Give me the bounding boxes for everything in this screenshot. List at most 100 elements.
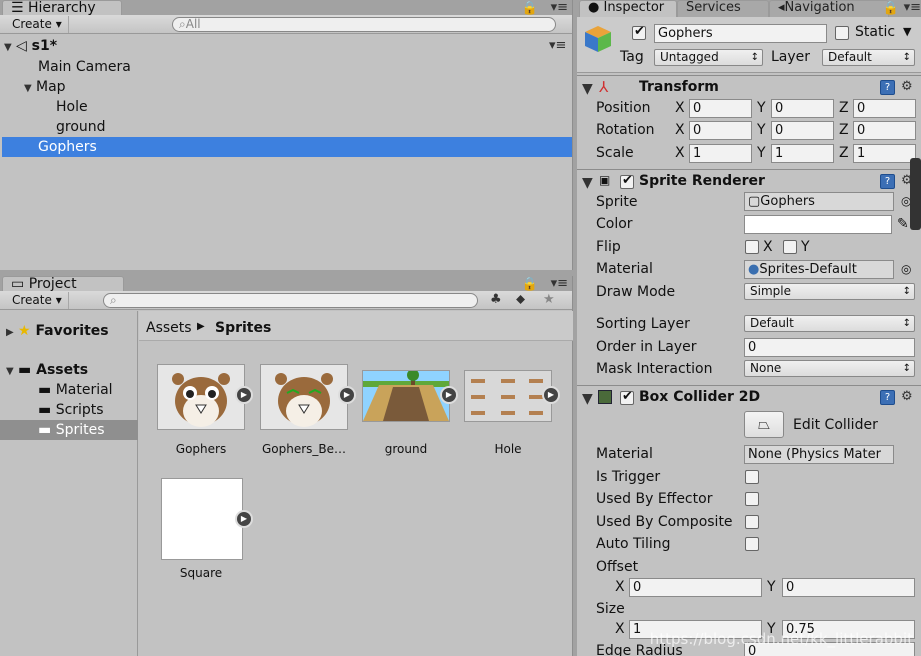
eyedropper-icon[interactable]: ✎ (897, 216, 909, 232)
hierarchy-item-hole[interactable]: Hole (56, 97, 88, 117)
expand-arrow-icon[interactable]: ▼ (582, 175, 594, 191)
box-collider-enabled-checkbox[interactable] (620, 389, 634, 405)
auto-tiling-checkbox[interactable] (745, 537, 759, 551)
panel-menu-icon[interactable]: ▾≡ (551, 0, 568, 15)
list-icon: ☰ (11, 0, 29, 16)
scale-z-field[interactable]: 1 (853, 144, 916, 163)
gear-icon[interactable]: ⚙ (901, 389, 913, 404)
asset-gophers-be[interactable]: ▶ Gophers_Be… (260, 364, 370, 456)
panel-menu-icon[interactable]: ▾≡ (551, 276, 568, 291)
hierarchy-item-main-camera[interactable]: Main Camera (38, 57, 131, 77)
position-y-field[interactable]: 0 (771, 99, 834, 118)
filter-by-type-icon[interactable]: ♣ (490, 292, 502, 307)
scene-menu-icon[interactable]: ▾≡ (549, 36, 566, 56)
project-toolbar: Create ▾ ⌕ ♣ ⬥ ★ (0, 291, 572, 310)
offset-y-field[interactable]: 0 (782, 578, 915, 597)
tab-navigation[interactable]: ◂Navigation (769, 0, 889, 17)
tab-inspector[interactable]: ● Inspector (579, 0, 677, 17)
panel-menu-icon[interactable]: ▾≡ (904, 0, 921, 15)
help-icon[interactable]: ? (880, 80, 895, 95)
scene-row[interactable]: ▼ ◁ s1* ▾≡ (4, 36, 572, 56)
hierarchy-item-ground[interactable]: ground (56, 117, 106, 137)
sprite-label: Sprite (596, 194, 638, 210)
play-icon[interactable]: ▶ (440, 386, 458, 404)
inspector-panel: ● Inspector Services ◂Navigation 🔒 ▾≡ Go… (577, 0, 921, 656)
play-icon[interactable]: ▶ (542, 386, 560, 404)
collapse-arrow-icon[interactable]: ▶ (6, 323, 18, 343)
sprite-field[interactable]: ▢Gophers (744, 192, 894, 211)
mask-interaction-dropdown[interactable]: None (744, 360, 915, 377)
flip-y-checkbox[interactable] (783, 240, 797, 254)
breadcrumb-sprites[interactable]: Sprites (215, 320, 271, 336)
tag-dropdown[interactable]: Untagged (654, 49, 763, 66)
expand-arrow-icon[interactable]: ▼ (24, 79, 36, 99)
expand-arrow-icon[interactable]: ▼ (582, 81, 594, 97)
folder-icon: ▬ (38, 382, 52, 398)
expand-arrow-icon[interactable]: ▼ (6, 362, 18, 382)
hierarchy-create-button[interactable]: Create ▾ (6, 16, 69, 33)
object-name-field[interactable]: Gophers (654, 24, 827, 43)
flip-y-label: Y (801, 239, 810, 255)
rotation-label: Rotation (596, 122, 655, 138)
rotation-y-field[interactable]: 0 (771, 121, 834, 140)
rotation-z-field[interactable]: 0 (853, 121, 916, 140)
used-by-composite-checkbox[interactable] (745, 515, 759, 529)
hierarchy-search-input[interactable]: ⌕All (172, 17, 556, 32)
collider-material-field[interactable]: None (Physics Mater (744, 445, 894, 464)
position-x-field[interactable]: 0 (689, 99, 752, 118)
help-icon[interactable]: ? (880, 390, 895, 405)
sprite-renderer-enabled-checkbox[interactable] (620, 173, 634, 189)
used-by-effector-checkbox[interactable] (745, 492, 759, 506)
help-icon[interactable]: ? (880, 174, 895, 189)
color-swatch[interactable] (744, 215, 892, 234)
object-picker-icon[interactable]: ◎ (901, 262, 911, 276)
project-search-input[interactable]: ⌕ (103, 293, 478, 308)
offset-x-field[interactable]: 0 (629, 578, 762, 597)
sorting-layer-dropdown[interactable]: Default (744, 315, 915, 332)
play-icon[interactable]: ▶ (338, 386, 356, 404)
material-field[interactable]: ●Sprites-Default (744, 260, 894, 279)
favorite-star-icon[interactable]: ★ (543, 292, 555, 307)
scale-x-field[interactable]: 1 (689, 144, 752, 163)
box-collider-header[interactable]: ▼ Box Collider 2D ? ⚙ (577, 385, 921, 409)
asset-gophers[interactable]: ▶ Gophers (157, 364, 267, 456)
flip-x-checkbox[interactable] (745, 240, 759, 254)
order-in-layer-field[interactable]: 0 (744, 338, 915, 357)
lock-icon[interactable]: 🔒 (522, 1, 538, 16)
position-z-field[interactable]: 0 (853, 99, 916, 118)
filter-by-label-icon[interactable]: ⬥ (516, 292, 525, 307)
lock-icon[interactable]: 🔒 (522, 277, 538, 292)
layer-dropdown[interactable]: Default (822, 49, 915, 66)
asset-hole[interactable]: ▶ Hole (464, 370, 574, 460)
rotation-x-field[interactable]: 0 (689, 121, 752, 140)
watermark: https://blog.csdn.net/kk_littlerabbit (649, 630, 913, 648)
hierarchy-item-map[interactable]: ▼ Map (24, 77, 66, 97)
draw-mode-dropdown[interactable]: Simple (744, 283, 915, 300)
sprite-renderer-header[interactable]: ▼ ▣ Sprite Renderer ? ⚙ (577, 169, 921, 193)
assets-folder[interactable]: ▼ ▬ Assets (6, 360, 88, 380)
expand-arrow-icon[interactable]: ▼ (4, 38, 16, 58)
breadcrumb-assets[interactable]: Assets (146, 320, 192, 336)
static-checkbox[interactable] (835, 26, 849, 40)
play-icon[interactable]: ▶ (235, 510, 253, 528)
folder-sprites[interactable]: ▬ Sprites (0, 420, 138, 440)
static-dropdown-icon[interactable]: ▼ (903, 25, 911, 38)
asset-square[interactable]: ▶ Square (161, 478, 271, 588)
tab-services[interactable]: Services (677, 0, 769, 17)
is-trigger-checkbox[interactable] (745, 470, 759, 484)
lock-icon[interactable]: 🔒 (883, 1, 899, 16)
scale-y-field[interactable]: 1 (771, 144, 834, 163)
edit-collider-button[interactable]: ⏢ (744, 411, 784, 438)
asset-ground[interactable]: ▶ ground (362, 369, 472, 460)
hierarchy-item-gophers[interactable]: Gophers (2, 137, 572, 157)
expand-arrow-icon[interactable]: ▼ (582, 391, 594, 407)
project-create-button[interactable]: Create ▾ (6, 292, 69, 309)
active-checkbox[interactable] (632, 24, 646, 40)
transform-header[interactable]: ▼ ⅄ Transform ? ⚙ (577, 75, 921, 99)
gear-icon[interactable]: ⚙ (901, 79, 913, 94)
folder-scripts[interactable]: ▬ Scripts (38, 400, 104, 420)
flip-x-label: X (763, 239, 773, 255)
play-icon[interactable]: ▶ (235, 386, 253, 404)
folder-material[interactable]: ▬ Material (38, 380, 113, 400)
favorites-item[interactable]: ▶ ★ Favorites (6, 321, 109, 341)
